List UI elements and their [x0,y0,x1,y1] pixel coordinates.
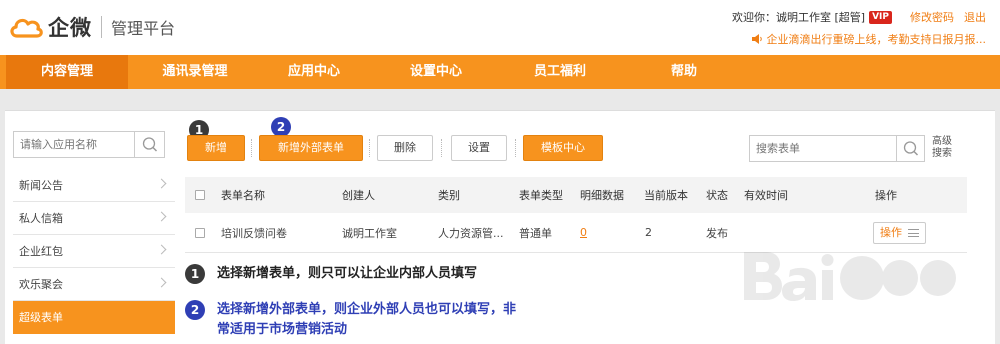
chevron-right-icon [156,211,167,222]
col-form-name[interactable]: 表单名称 [221,177,265,213]
sidebar-item-label: 企业红包 [19,245,63,258]
sidebar-item-label: 私人信箱 [19,212,63,225]
status: 发布 [706,226,728,240]
col-category[interactable]: 类别 [438,177,460,213]
col-valid-time[interactable]: 有效时间 [744,177,788,213]
sidebar-item-private-mailbox[interactable]: 私人信箱 [13,202,175,235]
annotation-1-text: 选择新增表单，则只可以让企业内部人员填写 [217,266,478,281]
detail-data-link[interactable]: 0 [580,226,587,239]
speaker-icon [751,34,762,44]
template-center-button[interactable]: 模板中心 [523,135,603,161]
add-form-button[interactable]: 新增 [187,135,245,161]
app-search-input[interactable] [14,132,132,157]
table-header: 表单名称 创建人 类别 表单类型 明细数据 当前版本 状态 有效时间 操作 [185,177,967,213]
notice-text: 企业滴滴出行重磅上线，考勤支持日报月报... [766,33,987,46]
annotation-2: 2 选择新增外部表单，则企业外部人员也可以填写，非 常适用于市场营销活动 [185,300,516,340]
chevron-right-icon [156,244,167,255]
nav-contacts-management[interactable]: 通讯录管理 [135,55,255,89]
search-icon [903,141,919,156]
add-external-form-button[interactable]: 新增外部表单 [259,135,363,161]
change-password-link[interactable]: 修改密码 [910,9,954,25]
app-header: 企微 管理平台 欢迎你：诚明工作室 [超管] VIP 修改密码 退出 企业滴滴出… [0,0,1000,55]
annotation-2-line2: 常适用于市场营销活动 [217,322,348,337]
toolbar-divider [515,139,516,157]
toolbar-divider [369,139,370,157]
chevron-right-icon [156,178,167,189]
vip-badge: VIP [869,10,892,24]
welcome-text: 欢迎你：诚明工作室 [超管] [731,11,866,24]
main-nav: 内容管理 通讯录管理 应用中心 设置中心 员工福利 帮助 [0,55,1000,89]
sidebar-item-label: 欢乐聚会 [19,278,63,291]
current-version: 2 [645,226,652,239]
chevron-right-icon [156,277,167,288]
logo-name: 企微 [48,16,92,40]
sidebar-item-red-packet[interactable]: 企业红包 [13,235,175,268]
col-form-type[interactable]: 表单类型 [519,177,563,213]
sidebar-item-label: 新闻公告 [19,179,63,192]
row-checkbox[interactable] [195,227,205,238]
logo-divider [101,16,102,38]
category: 人力资源管... [438,226,504,240]
form-name[interactable]: 培训反馈问卷 [221,213,287,252]
sidebar-item-party[interactable]: 欢乐聚会 [13,268,175,301]
cloud-logo-icon [10,18,43,38]
nav-help[interactable]: 帮助 [626,55,742,89]
baidu-jingyan-watermark [744,252,956,301]
select-all-checkbox[interactable] [195,190,205,200]
form-search-button[interactable] [896,136,924,161]
header-user-area: 欢迎你：诚明工作室 [超管] VIP 修改密码 退出 企业滴滴出行重磅上线，考勤… [732,8,986,48]
app-search [13,131,165,158]
logout-link[interactable]: 退出 [964,9,986,25]
sidebar-item-news[interactable]: 新闻公告 [13,169,175,202]
notice-marquee[interactable]: 企业滴滴出行重磅上线，考勤支持日报月报... [732,30,986,48]
advanced-search-link[interactable]: 高级搜索 [932,136,956,160]
app-sidebar: 新闻公告 私人信箱 企业红包 欢乐聚会 超级表单 [13,131,175,344]
settings-button[interactable]: 设置 [451,135,507,161]
col-status[interactable]: 状态 [706,177,728,213]
search-icon [142,137,158,152]
app-list: 新闻公告 私人信箱 企业红包 欢乐聚会 超级表单 [13,169,175,334]
form-type: 普通单 [519,226,552,240]
nav-app-center[interactable]: 应用中心 [256,55,372,89]
row-select-cell [195,213,205,252]
toolbar-divider [441,139,442,157]
col-action: 操作 [875,189,897,202]
col-creator[interactable]: 创建人 [342,177,375,213]
select-all-cell [195,177,205,213]
toolbar-divider [251,139,252,157]
col-current-version[interactable]: 当前版本 [644,177,688,213]
delete-button[interactable]: 删除 [377,135,433,161]
col-detail-data[interactable]: 明细数据 [580,177,624,213]
app-search-button[interactable] [134,132,164,157]
creator: 诚明工作室 [342,226,397,240]
step-badge-2: 2 [271,117,291,137]
logo[interactable]: 企微 管理平台 [8,12,175,42]
nav-employee-benefits[interactable]: 员工福利 [502,55,618,89]
sidebar-item-label: 超级表单 [19,311,63,324]
annotation-1: 1 选择新增表单，则只可以让企业内部人员填写 [185,264,477,284]
form-search-input[interactable] [750,136,894,161]
annotation-badge-2: 2 [185,300,205,320]
nav-settings-center[interactable]: 设置中心 [378,55,494,89]
platform-title: 管理平台 [111,19,176,38]
form-search [749,135,925,162]
annotation-2-line1: 选择新增外部表单，则企业外部人员也可以填写，非 [217,302,517,317]
nav-content-management[interactable]: 内容管理 [6,55,128,89]
sidebar-item-super-form[interactable]: 超级表单 [13,301,175,334]
detail-data-cell: 0 [580,213,587,252]
annotation-badge-1: 1 [185,264,205,284]
